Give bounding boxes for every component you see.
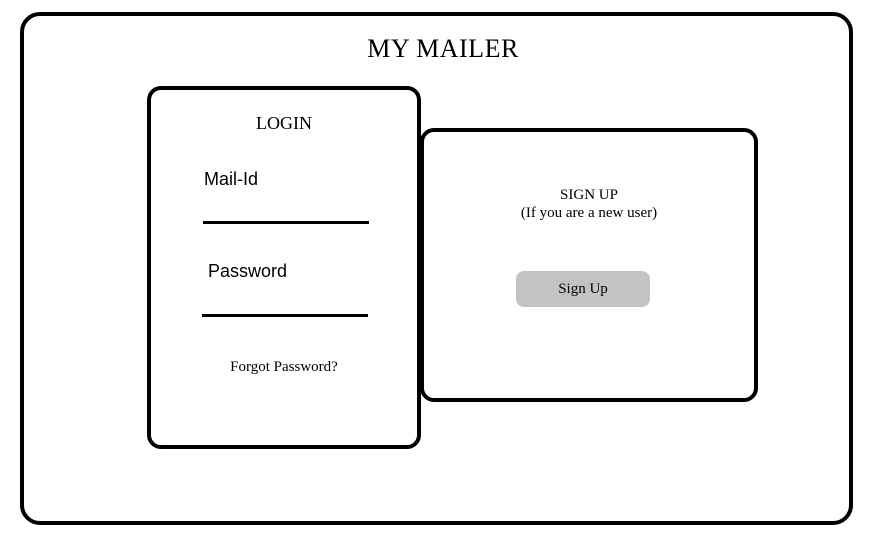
app-title: MY MAILER xyxy=(367,34,519,63)
password-label: Password xyxy=(208,261,288,281)
signup-subtitle: (If you are a new user) xyxy=(520,205,658,221)
signup-title: SIGN UP xyxy=(560,187,618,203)
mail-id-label: Mail-Id xyxy=(204,169,259,189)
sign-up-button[interactable]: Sign Up xyxy=(516,271,650,307)
mail-id-input[interactable] xyxy=(203,221,369,224)
forgot-password-link[interactable]: Forgot Password? xyxy=(151,359,417,376)
password-input[interactable] xyxy=(202,314,368,317)
login-panel: LOGIN Mail-Id Password Forgot Password? xyxy=(147,86,421,449)
signup-panel: SIGN UP (If you are a new user) Sign Up xyxy=(420,128,758,402)
login-title: LOGIN xyxy=(256,113,312,133)
